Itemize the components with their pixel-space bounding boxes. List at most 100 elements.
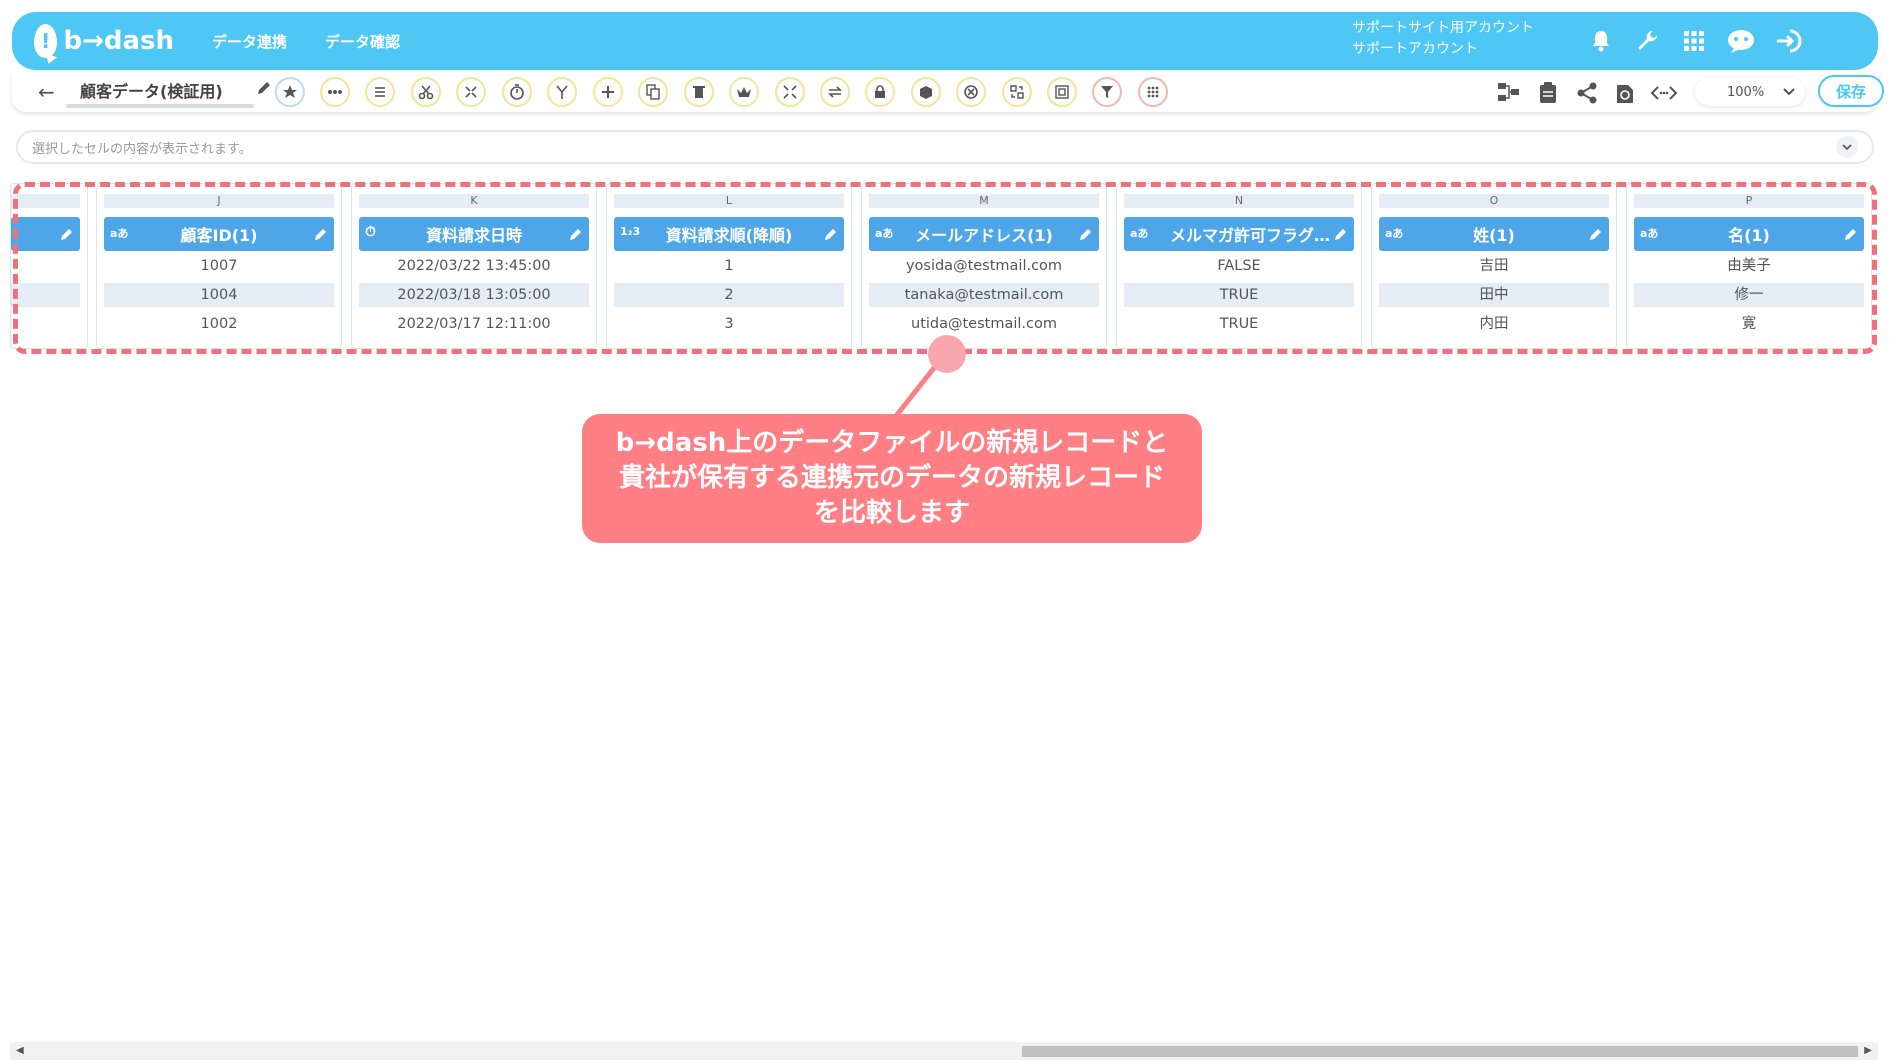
code-icon[interactable] xyxy=(1651,80,1677,106)
column-letter[interactable]: L xyxy=(614,194,844,208)
table-cell[interactable]: 吉田 xyxy=(1379,254,1609,278)
column-letter[interactable]: J xyxy=(104,194,334,208)
replace-icon[interactable] xyxy=(1002,77,1032,107)
lock-icon[interactable] xyxy=(865,77,895,107)
callout-line-2: 貴社が保有する連携元のデータの新規レコード xyxy=(618,463,1165,493)
zoom-select[interactable]: 100% xyxy=(1695,78,1805,106)
column-letter[interactable]: M xyxy=(869,194,1099,208)
table-cell[interactable] xyxy=(11,254,80,278)
pencil-icon[interactable] xyxy=(1589,226,1603,245)
table-cell[interactable]: TRUE xyxy=(1124,283,1354,307)
column-header[interactable]: 1₂3 資料請求順(降順) xyxy=(614,217,844,251)
table-cell[interactable]: 2022/03/22 13:45:00 xyxy=(359,254,589,278)
cancel-icon[interactable] xyxy=(956,77,986,107)
table-cell[interactable]: 由美子 xyxy=(1634,254,1864,278)
column-header[interactable]: aあ 顧客ID(1) xyxy=(104,217,334,251)
save-button[interactable]: 保存 xyxy=(1818,75,1884,107)
pencil-icon[interactable] xyxy=(824,226,838,245)
frame-icon[interactable] xyxy=(1047,77,1077,107)
logo[interactable]: ! b→dash xyxy=(34,24,174,58)
pencil-icon[interactable] xyxy=(1334,226,1348,245)
pencil-icon[interactable] xyxy=(314,226,328,245)
column-header[interactable]: aあ 名(1) xyxy=(1634,217,1864,251)
nav-data-check[interactable]: データ確認 xyxy=(325,31,400,52)
branch-icon[interactable] xyxy=(547,77,577,107)
scroll-right-arrow-icon[interactable]: ▶ xyxy=(1864,1045,1872,1056)
swap-icon[interactable] xyxy=(820,77,850,107)
column-letter[interactable]: N xyxy=(1124,194,1354,208)
plus-icon[interactable] xyxy=(593,77,623,107)
table-cell[interactable]: utida@testmail.com xyxy=(869,312,1099,336)
table-cell[interactable]: 2022/03/18 13:05:00 xyxy=(359,283,589,307)
chevron-down-icon[interactable] xyxy=(1836,136,1858,158)
logout-icon[interactable] xyxy=(1772,24,1806,58)
account-line-2: サポートアカウント xyxy=(1352,41,1478,57)
table-cell[interactable]: TRUE xyxy=(1124,312,1354,336)
cell-content-bar[interactable]: 選択したセルの内容が表示されます。 xyxy=(16,130,1874,164)
timer-icon[interactable] xyxy=(502,77,532,107)
pencil-icon[interactable] xyxy=(569,226,583,245)
table-cell[interactable]: 3 xyxy=(614,312,844,336)
column-header-label: 姓(1) xyxy=(1473,226,1515,245)
scissors-icon[interactable] xyxy=(411,77,441,107)
back-arrow-icon[interactable]: ← xyxy=(38,80,55,104)
table-cell[interactable]: yosida@testmail.com xyxy=(869,254,1099,278)
flow-diagram-icon[interactable] xyxy=(1496,80,1522,106)
expand-icon[interactable] xyxy=(775,77,805,107)
table-cell[interactable]: 2022/03/17 12:11:00 xyxy=(359,312,589,336)
grid-dots-icon[interactable] xyxy=(1138,77,1168,107)
star-icon[interactable] xyxy=(275,77,305,107)
apps-grid-icon[interactable] xyxy=(1677,24,1711,58)
bell-icon[interactable] xyxy=(1584,24,1618,58)
nav-data-link[interactable]: データ連携 xyxy=(212,31,287,52)
scroll-left-arrow-icon[interactable]: ◀ xyxy=(16,1045,24,1056)
account-info[interactable]: サポートサイト用アカウント サポートアカウント xyxy=(1352,18,1534,60)
table-cell[interactable]: 内田 xyxy=(1379,312,1609,336)
table-cell[interactable]: 修一 xyxy=(1634,283,1864,307)
column-header-label: 資料請求順(降順) xyxy=(665,226,793,245)
table-cell[interactable]: 2 xyxy=(614,283,844,307)
table-cell[interactable]: 寛 xyxy=(1634,312,1864,336)
filter-icon[interactable] xyxy=(1092,77,1122,107)
column-letter[interactable] xyxy=(11,194,80,208)
copy-icon[interactable] xyxy=(638,77,668,107)
column-letter[interactable]: K xyxy=(359,194,589,208)
crown-icon[interactable] xyxy=(729,77,759,107)
package-icon[interactable] xyxy=(911,77,941,107)
chat-bot-icon[interactable] xyxy=(1724,24,1758,58)
table-cell[interactable]: 田中 xyxy=(1379,283,1609,307)
grid-column-l: L 1₂3 資料請求順(降順) 1 2 3 xyxy=(606,183,852,349)
pencil-icon[interactable] xyxy=(1844,226,1858,245)
merge-icon[interactable] xyxy=(456,77,486,107)
horizontal-scrollbar[interactable]: ◀ ▶ xyxy=(10,1042,1878,1060)
table-cell[interactable] xyxy=(11,312,80,336)
pencil-icon[interactable] xyxy=(60,226,74,245)
list-icon[interactable] xyxy=(365,77,395,107)
history-icon[interactable] xyxy=(1612,80,1638,106)
column-header[interactable]: aあ メールアドレス(1) xyxy=(869,217,1099,251)
number-type-icon: 1₂3 xyxy=(620,225,641,238)
table-cell[interactable]: tanaka@testmail.com xyxy=(869,283,1099,307)
table-cell[interactable]: 1007 xyxy=(104,254,334,278)
rename-pencil-icon[interactable] xyxy=(256,80,272,100)
scrollbar-thumb[interactable] xyxy=(1022,1046,1858,1057)
trash-icon[interactable] xyxy=(684,77,714,107)
column-letter[interactable]: P xyxy=(1634,194,1864,208)
text-type-icon: aあ xyxy=(1640,227,1659,240)
more-icon[interactable] xyxy=(320,77,350,107)
text-type-icon: aあ xyxy=(875,227,894,240)
share-icon[interactable] xyxy=(1574,80,1600,106)
column-header[interactable] xyxy=(11,217,80,251)
table-cell[interactable] xyxy=(11,283,80,307)
column-header[interactable]: aあ 姓(1) xyxy=(1379,217,1609,251)
table-cell[interactable]: FALSE xyxy=(1124,254,1354,278)
column-header[interactable]: ⏱ 資料請求日時 xyxy=(359,217,589,251)
column-header[interactable]: aあ メルマガ許可フラグ… xyxy=(1124,217,1354,251)
column-letter[interactable]: O xyxy=(1379,194,1609,208)
table-cell[interactable]: 1 xyxy=(614,254,844,278)
wrench-icon[interactable] xyxy=(1630,24,1664,58)
pencil-icon[interactable] xyxy=(1079,226,1093,245)
clipboard-icon[interactable] xyxy=(1535,80,1561,106)
table-cell[interactable]: 1002 xyxy=(104,312,334,336)
table-cell[interactable]: 1004 xyxy=(104,283,334,307)
